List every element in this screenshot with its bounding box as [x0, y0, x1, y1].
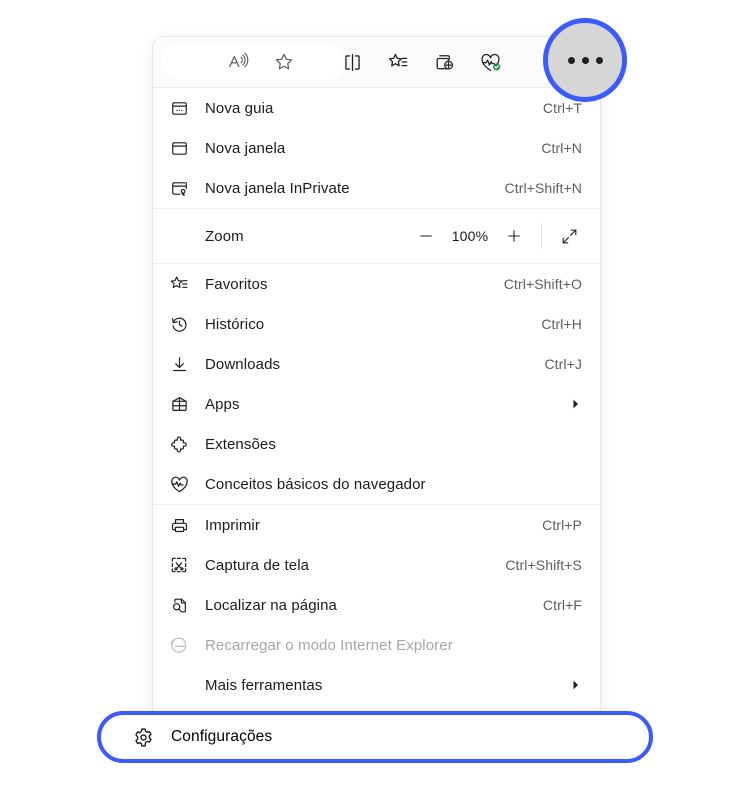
- web-capture-icon: [153, 555, 205, 575]
- menu-item-label: Mais ferramentas: [205, 676, 323, 694]
- apps-icon: [153, 395, 205, 414]
- extensions-icon: [153, 435, 205, 454]
- history-icon: [153, 315, 205, 334]
- favorites-icon: [153, 274, 205, 294]
- menu-item-accelerator: Ctrl+N: [541, 140, 582, 156]
- menu-section-zoom: Zoom 100%: [153, 208, 600, 263]
- menu-item-accelerator: Ctrl+Shift+N: [504, 180, 582, 196]
- menu-item-label: Nova janela: [205, 139, 286, 157]
- menu-item-label: Captura de tela: [205, 556, 310, 574]
- menu-item-accelerator: Ctrl+F: [542, 597, 582, 613]
- menu-item-nova-janela[interactable]: Nova janela Ctrl+N: [153, 128, 600, 168]
- print-icon: [153, 516, 205, 535]
- menu-item-label: Histórico: [205, 315, 265, 333]
- menu-item-label: Extensões: [205, 435, 276, 453]
- menu-item-label: Localizar na página: [205, 596, 337, 614]
- zoom-divider: [541, 223, 542, 249]
- menu-item-nova-janela-inprivate[interactable]: Nova janela InPrivate Ctrl+Shift+N: [153, 168, 600, 208]
- menu-item-captura-de-tela[interactable]: Captura de tela Ctrl+Shift+S: [153, 545, 600, 585]
- menu-item-accelerator: Ctrl+Shift+O: [503, 276, 582, 292]
- new-window-icon: [153, 139, 205, 158]
- internet-explorer-icon: [153, 635, 205, 655]
- chevron-right-icon: [568, 398, 582, 410]
- chevron-right-icon: [568, 679, 582, 691]
- gear-icon: [119, 726, 167, 749]
- add-collection-icon[interactable]: [421, 37, 467, 87]
- zoom-label: Zoom: [205, 227, 244, 245]
- find-on-page-icon: [153, 596, 205, 615]
- menu-item-accelerator: Ctrl+Shift+S: [505, 557, 582, 573]
- more-options-button[interactable]: [543, 18, 627, 102]
- menu-item-localizar-na-pagina[interactable]: Localizar na página Ctrl+F: [153, 585, 600, 625]
- settings-label: Configurações: [171, 728, 273, 745]
- menu-item-label: Recarregar o modo Internet Explorer: [205, 636, 453, 654]
- menu-item-downloads[interactable]: Downloads Ctrl+J: [153, 344, 600, 384]
- inprivate-window-icon: [153, 179, 205, 198]
- menu-section-new: Nova guia Ctrl+T Nova janela Ctrl+N Nova…: [153, 88, 600, 208]
- menu-item-accelerator: Ctrl+J: [544, 356, 582, 372]
- menu-section-browse: Favoritos Ctrl+Shift+O Histórico Ctrl+H: [153, 263, 600, 504]
- menu-item-label: Apps: [205, 395, 240, 413]
- more-dot-1: [567, 56, 575, 64]
- menu-item-imprimir[interactable]: Imprimir Ctrl+P: [153, 505, 600, 545]
- menu-item-nova-guia[interactable]: Nova guia Ctrl+T: [153, 88, 600, 128]
- menu-item-accelerator: Ctrl+H: [541, 316, 582, 332]
- menu-item-configuracoes[interactable]: Configurações: [97, 711, 653, 763]
- zoom-row: Zoom 100%: [153, 209, 600, 263]
- split-screen-icon[interactable]: [329, 37, 375, 87]
- zoom-level-value: 100%: [451, 228, 489, 244]
- menu-item-extensoes[interactable]: Extensões: [153, 424, 600, 464]
- menu-item-favoritos[interactable]: Favoritos Ctrl+Shift+O: [153, 264, 600, 304]
- menu-item-label: Imprimir: [205, 516, 260, 534]
- menu-toolbar: [153, 37, 600, 88]
- menu-item-accelerator: Ctrl+P: [542, 517, 582, 533]
- zoom-in-button[interactable]: [493, 215, 535, 257]
- menu-item-accelerator: Ctrl+T: [542, 100, 582, 116]
- browser-essentials-icon: [153, 474, 205, 495]
- menu-item-recarregar-modo-internet-explorer[interactable]: Recarregar o modo Internet Explorer: [153, 625, 600, 665]
- menu-item-conceitos-basicos-do-navegador[interactable]: Conceitos básicos do navegador: [153, 464, 600, 504]
- favorite-star-icon[interactable]: [261, 37, 307, 87]
- new-tab-icon: [153, 99, 205, 118]
- menu-item-label: Downloads: [205, 355, 281, 373]
- screenshot-canvas: Nova guia Ctrl+T Nova janela Ctrl+N Nova…: [0, 0, 750, 800]
- zoom-out-button[interactable]: [405, 215, 447, 257]
- more-dot-2: [581, 56, 589, 64]
- edge-more-menu-panel: Nova guia Ctrl+T Nova janela Ctrl+N Nova…: [153, 37, 600, 713]
- menu-item-label: Nova janela InPrivate: [205, 179, 350, 197]
- menu-item-label: Conceitos básicos do navegador: [205, 475, 426, 493]
- favorites-list-icon[interactable]: [375, 37, 421, 87]
- downloads-icon: [153, 355, 205, 374]
- menu-item-apps[interactable]: Apps: [153, 384, 600, 424]
- menu-item-mais-ferramentas[interactable]: Mais ferramentas: [153, 665, 600, 705]
- browser-essentials-icon[interactable]: [467, 37, 513, 87]
- read-aloud-icon[interactable]: [215, 37, 261, 87]
- fullscreen-icon[interactable]: [548, 215, 590, 257]
- settings-highlight-wrapper: Configurações: [97, 711, 653, 763]
- menu-item-historico[interactable]: Histórico Ctrl+H: [153, 304, 600, 344]
- menu-item-label: Nova guia: [205, 99, 274, 117]
- menu-section-tools: Imprimir Ctrl+P Captura de tela Ctrl+Shi…: [153, 504, 600, 705]
- more-dot-3: [595, 56, 603, 64]
- menu-item-label: Favoritos: [205, 275, 268, 293]
